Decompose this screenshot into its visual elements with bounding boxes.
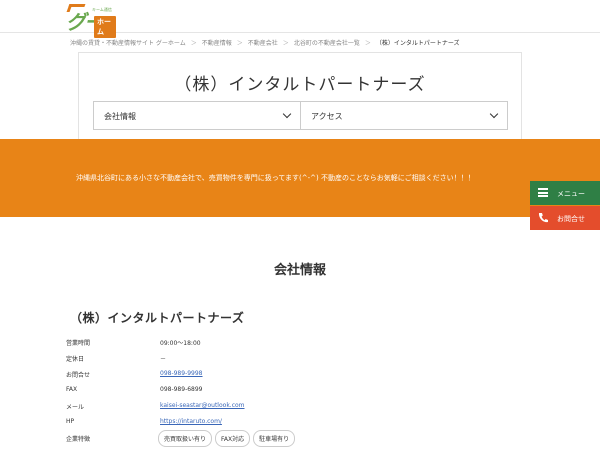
hamburger-icon bbox=[538, 188, 548, 197]
info-row-hp: HP https://intaruto.com/ bbox=[66, 416, 526, 432]
info-label: FAX bbox=[66, 386, 78, 393]
feature-chips: 売買取扱い有り FAX対応 駐車場有り bbox=[158, 430, 296, 447]
access-select-label: アクセス bbox=[311, 112, 343, 121]
company-name: （株）インタルトパートナーズ bbox=[70, 311, 245, 325]
info-row-features: 企業特徴 売買取扱い有り FAX対応 駐車場有り bbox=[66, 430, 526, 448]
breadcrumb-separator: ＞ bbox=[190, 40, 197, 47]
company-info-table: 営業時間 09:00～18:00 定休日 － お問合せ 098-989-9998… bbox=[66, 336, 526, 448]
email-link[interactable]: kaisei-seastar@outlook.com bbox=[160, 402, 245, 409]
info-row-contact: お問合せ 098-989-9998 bbox=[66, 368, 526, 384]
info-label: 営業時間 bbox=[66, 340, 91, 347]
info-row-fax: FAX 098-989-6899 bbox=[66, 384, 526, 400]
info-label: メール bbox=[66, 404, 85, 411]
breadcrumb-item-home[interactable]: 沖縄の賃貸・不動産情報サイト グーホーム bbox=[70, 40, 186, 47]
info-label: HP bbox=[66, 418, 75, 425]
access-select[interactable]: アクセス bbox=[300, 101, 508, 130]
feature-chip: FAX対応 bbox=[215, 430, 251, 447]
info-value: 098-989-6899 bbox=[160, 386, 203, 393]
contact-button[interactable]: お問合せ bbox=[530, 206, 600, 230]
site-header: グー キーム通信 ホーム bbox=[0, 0, 600, 38]
feature-chip: 駐車場有り bbox=[253, 430, 296, 447]
section-title: 会社情報 bbox=[273, 263, 326, 278]
chevron-down-icon bbox=[489, 109, 499, 119]
info-row-mail: メール kaisei-seastar@outlook.com bbox=[66, 400, 526, 416]
logo-tagline: キーム通信 bbox=[92, 7, 112, 12]
logo-box: ホーム bbox=[94, 16, 116, 38]
menu-button[interactable]: メニュー bbox=[530, 181, 600, 205]
breadcrumb: 沖縄の賃貸・不動産情報サイト グーホーム ＞ 不動産情報 ＞ 不動産会社 ＞ 北谷町の不動産… bbox=[70, 38, 460, 47]
menu-button-label: メニュー bbox=[557, 190, 585, 198]
site-logo[interactable]: グー キーム通信 ホーム bbox=[66, 4, 116, 38]
company-header-card: （株）インタルトパートナーズ 会社情報 アクセス bbox=[78, 52, 522, 142]
info-label: 定休日 bbox=[66, 356, 85, 363]
breadcrumb-separator: ＞ bbox=[236, 40, 243, 47]
info-row-hours: 営業時間 09:00～18:00 bbox=[66, 336, 526, 352]
info-value: 09:00～18:00 bbox=[160, 340, 201, 347]
chevron-down-icon bbox=[282, 109, 292, 119]
phone-link[interactable]: 098-989-9998 bbox=[160, 370, 203, 377]
contact-button-label: お問合せ bbox=[557, 215, 585, 223]
info-label: お問合せ bbox=[66, 372, 91, 379]
intro-banner: 沖縄県北谷町にある小さな不動産会社で、売買物件を専門に扱ってます(^-^) 不動… bbox=[0, 139, 600, 217]
breadcrumb-separator: ＞ bbox=[364, 40, 371, 47]
info-row-holiday: 定休日 － bbox=[66, 352, 526, 368]
breadcrumb-item-list[interactable]: 北谷町の不動産会社一覧 bbox=[294, 40, 360, 47]
breadcrumb-item-company[interactable]: 不動産会社 bbox=[248, 40, 278, 47]
feature-chip: 売買取扱い有り bbox=[158, 430, 213, 447]
breadcrumb-item-current: （株）インタルトパートナーズ bbox=[375, 40, 460, 47]
page-title: （株）インタルトパートナーズ bbox=[174, 75, 426, 95]
homepage-link[interactable]: https://intaruto.com/ bbox=[160, 418, 222, 425]
intro-text: 沖縄県北谷町にある小さな不動産会社で、売買物件を専門に扱ってます(^-^) 不動… bbox=[76, 174, 475, 182]
info-value: － bbox=[160, 356, 167, 363]
info-label: 企業特徴 bbox=[66, 436, 91, 443]
company-info-select-label: 会社情報 bbox=[104, 112, 136, 121]
company-info-select[interactable]: 会社情報 bbox=[93, 101, 301, 130]
breadcrumb-separator: ＞ bbox=[282, 40, 289, 47]
breadcrumb-item-realestate[interactable]: 不動産情報 bbox=[202, 40, 232, 47]
phone-icon bbox=[538, 213, 548, 223]
